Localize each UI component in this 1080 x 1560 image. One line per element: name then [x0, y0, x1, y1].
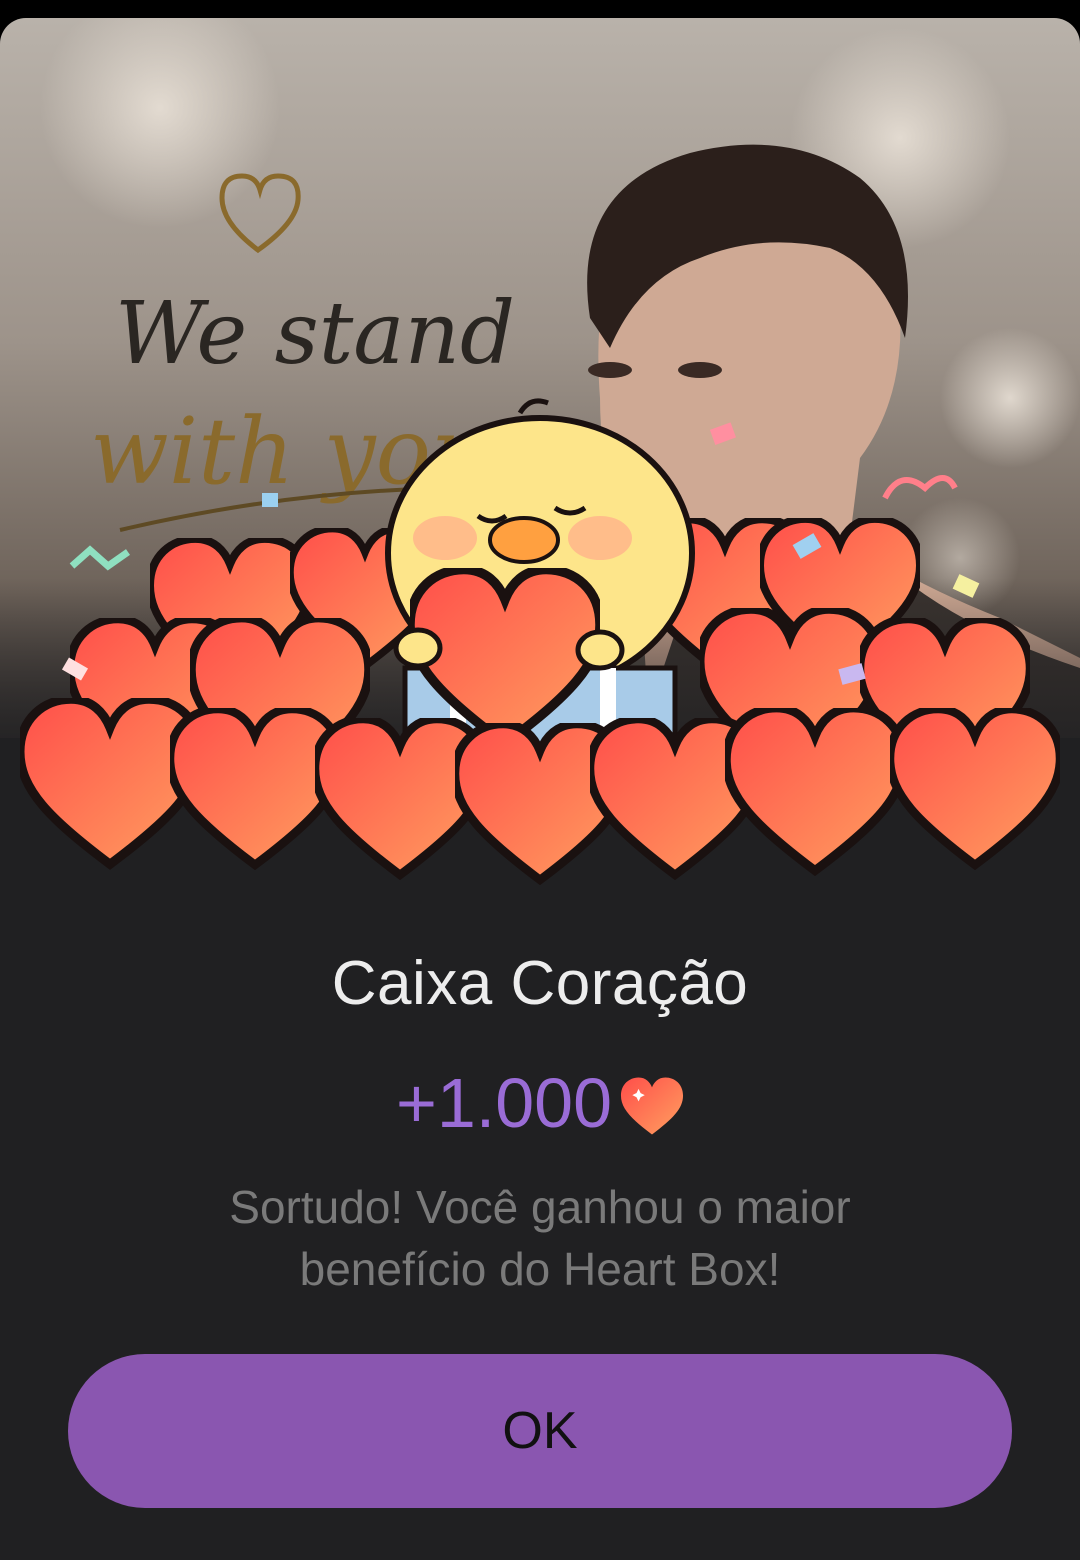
- status-bar-edge: [0, 0, 1080, 18]
- reward-message: Sortudo! Você ganhou o maior benefício d…: [229, 1181, 851, 1295]
- heart-pile-illustration: [0, 398, 1080, 898]
- ok-button[interactable]: OK: [68, 1354, 1012, 1508]
- heart-icon: [620, 1077, 684, 1135]
- reward-dialog: We stand with you Caixa Coração +1.000 S…: [0, 18, 1080, 1560]
- reward-amount: +1.000: [395, 1064, 613, 1142]
- dialog-title: Caixa Coração: [331, 949, 749, 1018]
- reward-row: +1.000: [0, 1058, 1080, 1148]
